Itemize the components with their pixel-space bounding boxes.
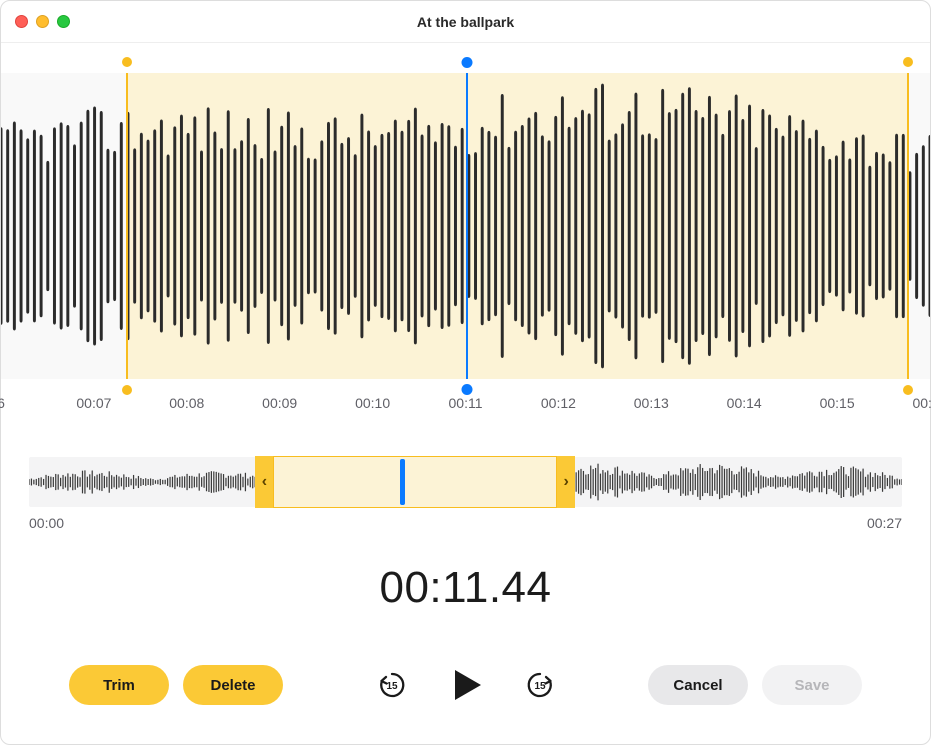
- transport-controls: 15 15: [372, 661, 560, 709]
- skip-forward-button[interactable]: 15: [520, 665, 560, 705]
- time-tick: 00:12: [541, 395, 576, 411]
- overview-times: 00:00 00:27: [29, 515, 902, 531]
- minimize-icon[interactable]: [36, 15, 49, 28]
- current-time-display: 00:11.44: [1, 563, 930, 613]
- trim-handle-right[interactable]: [907, 73, 909, 379]
- time-tick: 00:09: [262, 395, 297, 411]
- time-tick: 00:10: [355, 395, 390, 411]
- playhead[interactable]: [466, 73, 469, 379]
- time-tick: 00:16: [912, 395, 931, 411]
- time-tick: 00:14: [727, 395, 762, 411]
- overview-playhead[interactable]: [400, 459, 405, 505]
- overview-handle-left[interactable]: ‹: [255, 456, 273, 508]
- window-controls: [15, 15, 70, 28]
- skip-back-15-icon: 15: [376, 669, 408, 701]
- svg-text:15: 15: [386, 681, 398, 692]
- time-axis: 6 00:07 00:08 00:09 00:10 00:11 00:12 00:13 00:1…: [1, 395, 930, 415]
- delete-button[interactable]: Delete: [183, 665, 283, 705]
- svg-text:15: 15: [534, 681, 546, 692]
- time-tick: 00:07: [76, 395, 111, 411]
- close-icon[interactable]: [15, 15, 28, 28]
- time-tick: 00:15: [820, 395, 855, 411]
- save-button: Save: [762, 665, 862, 705]
- window-title: At the ballpark: [1, 14, 930, 30]
- time-tick: 00:11: [449, 395, 483, 411]
- overview-end-time: 00:27: [867, 515, 902, 531]
- skip-back-button[interactable]: 15: [372, 665, 412, 705]
- main-waveform[interactable]: [1, 73, 930, 379]
- overview-selection: [273, 456, 557, 508]
- time-tick: 6: [0, 395, 5, 411]
- bottom-toolbar: Trim Delete 15 15: [1, 661, 930, 709]
- trim-button[interactable]: Trim: [69, 665, 169, 705]
- overview-start-time: 00:00: [29, 515, 64, 531]
- play-button[interactable]: [442, 661, 490, 709]
- play-icon: [446, 665, 486, 705]
- overview-waveform[interactable]: ‹ ›: [29, 457, 902, 507]
- titlebar: At the ballpark: [1, 1, 930, 43]
- trim-handle-left[interactable]: [126, 73, 128, 379]
- time-tick: 00:13: [634, 395, 669, 411]
- main-waveform-area: 6 00:07 00:08 00:09 00:10 00:11 00:12 00:13 00:1…: [1, 73, 930, 415]
- skip-forward-15-icon: 15: [524, 669, 556, 701]
- overview-handle-right[interactable]: ›: [557, 456, 575, 508]
- overview-area: ‹ › 00:00 00:27: [29, 457, 902, 531]
- time-tick: 00:08: [169, 395, 204, 411]
- cancel-button[interactable]: Cancel: [648, 665, 748, 705]
- zoom-icon[interactable]: [57, 15, 70, 28]
